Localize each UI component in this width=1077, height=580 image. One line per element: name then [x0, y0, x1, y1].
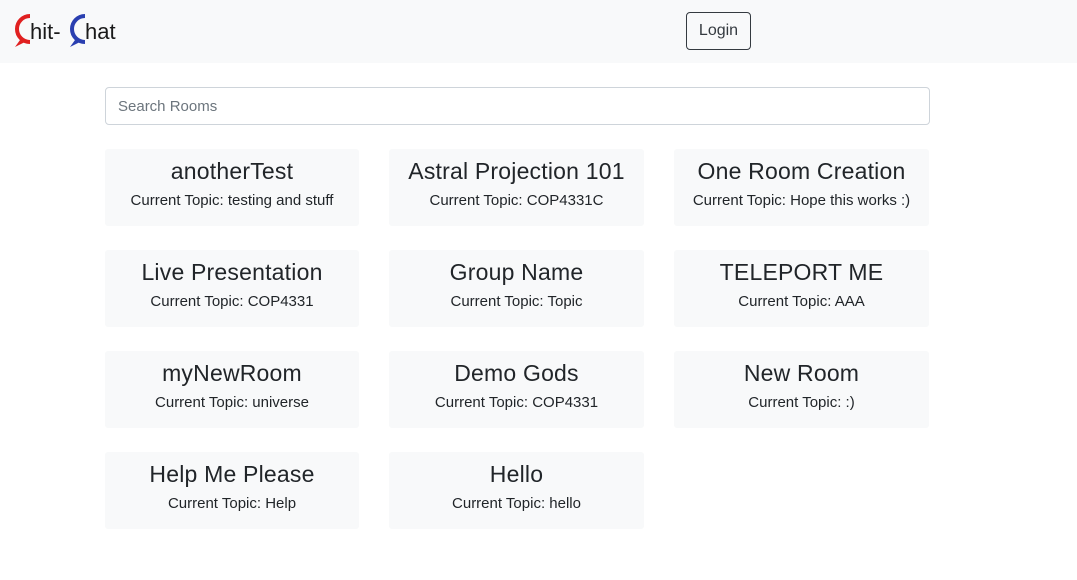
room-card[interactable]: TELEPORT ME Current Topic: AAA — [674, 250, 929, 327]
room-topic: Current Topic: Help — [167, 495, 297, 512]
room-name: Hello — [489, 461, 544, 487]
room-grid: anotherTest Current Topic: testing and st… — [105, 149, 930, 529]
room-topic: Current Topic: Hope this works :) — [692, 192, 911, 209]
room-name: Live Presentation — [141, 259, 323, 285]
room-topic: Current Topic: universe — [155, 394, 309, 411]
room-topic: Current Topic: COP4331C — [429, 192, 604, 209]
room-name: anotherTest — [170, 158, 294, 184]
room-card[interactable]: One Room Creation Current Topic: Hope thi… — [674, 149, 929, 226]
room-topic: Current Topic: COP4331 — [434, 394, 599, 411]
room-topic: Current Topic: hello — [452, 495, 581, 512]
room-card[interactable]: Hello Current Topic: hello — [389, 452, 644, 529]
room-card[interactable]: Live Presentation Current Topic: COP4331 — [105, 250, 359, 327]
room-topic: Current Topic: Topic — [450, 293, 583, 310]
room-topic: Current Topic: testing and stuff — [130, 192, 334, 209]
room-name: myNewRoom — [162, 360, 302, 386]
room-card[interactable]: anotherTest Current Topic: testing and st… — [105, 149, 359, 226]
room-card[interactable]: Astral Projection 101 Current Topic: COP4… — [389, 149, 644, 226]
room-card[interactable]: Group Name Current Topic: Topic — [389, 250, 644, 327]
room-name: Astral Projection 101 — [408, 158, 625, 184]
logo-text-hat: hat — [85, 19, 116, 44]
room-name: Demo Gods — [454, 360, 579, 386]
room-topic: Current Topic: AAA — [738, 293, 865, 310]
logo-text-hit: hit- — [30, 19, 61, 44]
room-card[interactable]: myNewRoom Current Topic: universe — [105, 351, 359, 428]
navbar: hit- hat Login — [0, 0, 1077, 63]
brand-logo-link[interactable]: hit- hat — [12, 10, 132, 50]
room-topic: Current Topic: :) — [748, 394, 855, 411]
room-card[interactable]: Demo Gods Current Topic: COP4331 — [389, 351, 644, 428]
room-name: TELEPORT ME — [719, 259, 884, 285]
chit-chat-logo: hit- hat — [15, 14, 116, 47]
room-name: Help Me Please — [149, 461, 315, 487]
room-topic: Current Topic: COP4331 — [150, 293, 314, 310]
login-button[interactable]: Login — [686, 12, 751, 50]
room-name: New Room — [743, 360, 860, 386]
room-name: Group Name — [449, 259, 584, 285]
room-card[interactable]: New Room Current Topic: :) — [674, 351, 929, 428]
search-rooms-input[interactable] — [105, 87, 930, 125]
room-name: One Room Creation — [697, 158, 906, 184]
room-card[interactable]: Help Me Please Current Topic: Help — [105, 452, 359, 529]
